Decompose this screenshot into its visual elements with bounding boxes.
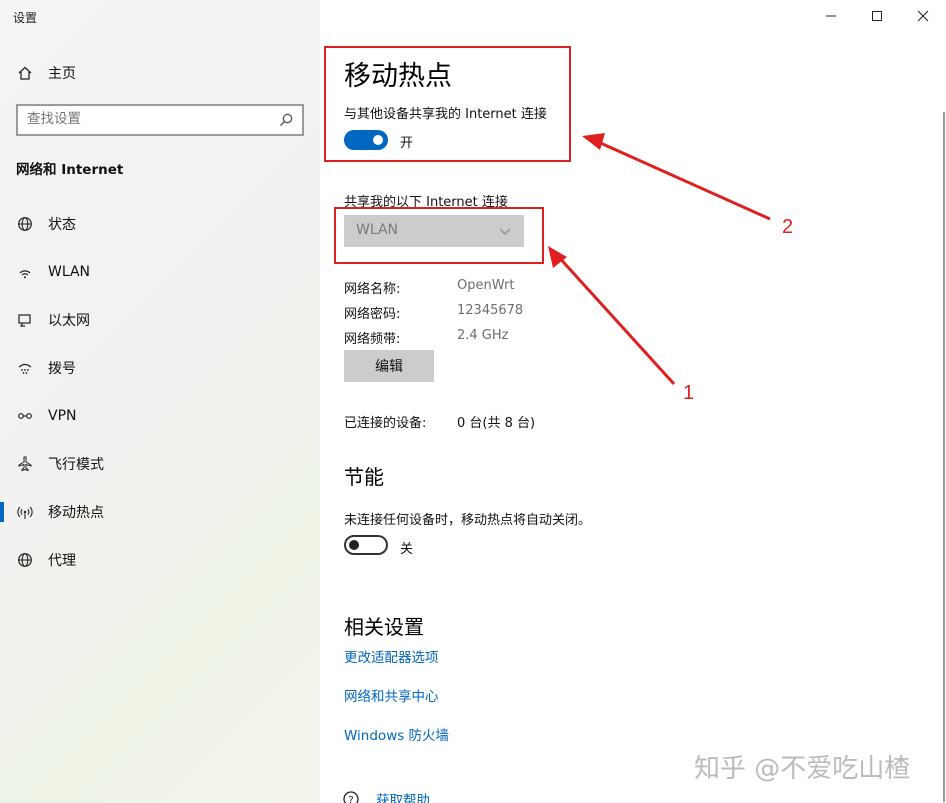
watermark: 知乎 @不爱吃山楂	[694, 754, 911, 784]
annotation-arrow-2	[582, 133, 771, 221]
annotation-arrows	[548, 133, 771, 386]
annotation-arrow-1	[548, 246, 676, 386]
annotation-label-1: 1	[683, 382, 695, 404]
annotation-label-2: 2	[782, 216, 794, 238]
